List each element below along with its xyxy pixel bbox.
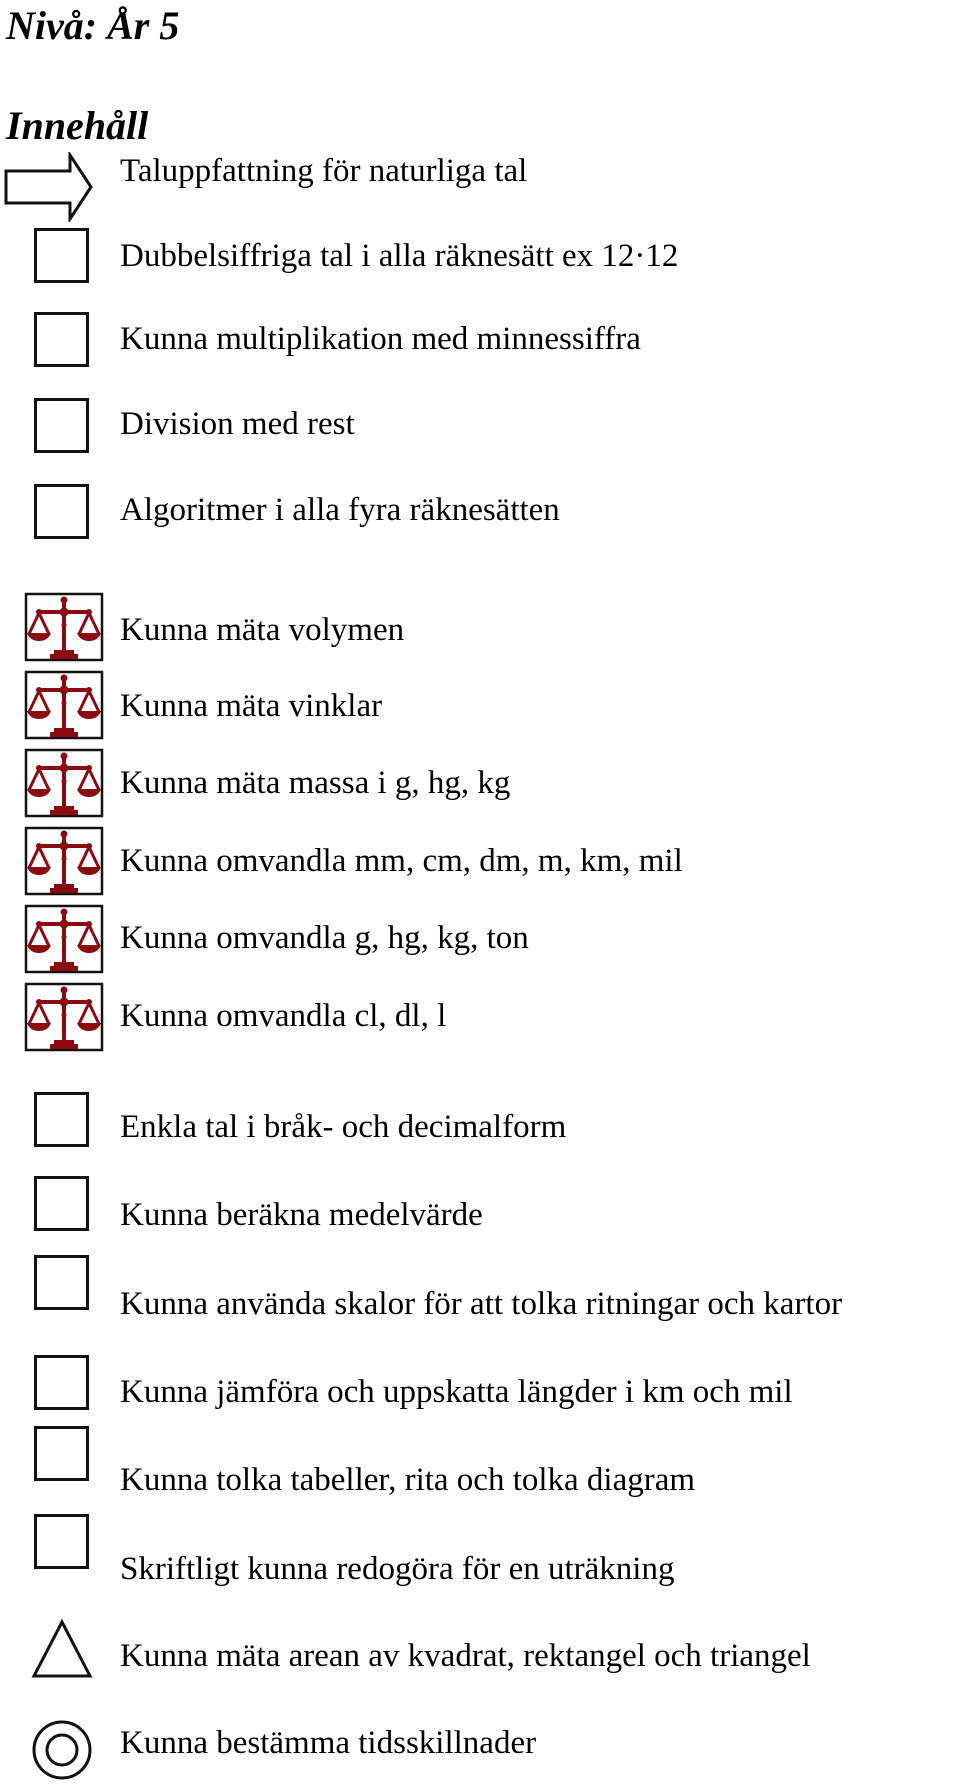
item-label: Kunna mäta volymen [120, 612, 405, 648]
item-label: Algoritmer i alla fyra räknesätten [120, 492, 560, 528]
item-label: Kunna omvandla cl, dl, l [120, 998, 447, 1034]
item-label: Kunna omvandla g, hg, kg, ton [120, 920, 529, 956]
arrow-right-icon [4, 152, 93, 222]
item-label: Kunna tolka tabeller, rita och tolka dia… [120, 1462, 696, 1498]
item-label: Kunna jämföra och uppskatta längder i km… [120, 1374, 793, 1410]
scales-icon [24, 904, 104, 974]
checkbox[interactable] [34, 1426, 89, 1481]
checkbox[interactable] [34, 1092, 89, 1147]
item-label: Kunna beräkna medelvärde [120, 1197, 483, 1233]
item-label: Dubbelsiffriga tal i alla räknesätt ex 1… [120, 238, 679, 274]
checkbox[interactable] [34, 312, 89, 367]
item-label: Division med rest [120, 406, 355, 442]
scales-icon [24, 592, 104, 662]
page-title: Nivå: År 5 [6, 3, 180, 48]
scales-icon [24, 670, 104, 740]
item-label: Kunna använda skalor för att tolka ritni… [120, 1286, 843, 1322]
checkbox[interactable] [34, 1255, 89, 1310]
checkbox[interactable] [34, 1355, 89, 1410]
item-label: Kunna omvandla mm, cm, dm, m, km, mil [120, 843, 683, 879]
item-label: Kunna bestämma tidsskillnader [120, 1725, 537, 1761]
item-label: Enkla tal i bråk- och decimalform [120, 1109, 567, 1145]
checkbox[interactable] [34, 1176, 89, 1231]
scales-icon [24, 982, 104, 1052]
item-label: Taluppfattning för naturliga tal [120, 153, 528, 189]
triangle-icon [31, 1618, 93, 1678]
item-label: Kunna mäta massa i g, hg, kg [120, 765, 511, 801]
target-icon [32, 1720, 92, 1780]
checkbox[interactable] [34, 1514, 89, 1569]
item-label: Kunna mäta arean av kvadrat, rektangel o… [120, 1638, 811, 1674]
section-heading: Innehåll [6, 103, 149, 148]
scales-icon [24, 826, 104, 896]
checkbox[interactable] [34, 228, 89, 283]
item-label: Skriftligt kunna redogöra för en uträkni… [120, 1551, 675, 1587]
item-label: Kunna mäta vinklar [120, 688, 383, 724]
scales-icon [24, 748, 104, 818]
item-label: Kunna multiplikation med minnessiffra [120, 321, 641, 357]
checkbox[interactable] [34, 398, 89, 453]
checkbox[interactable] [34, 484, 89, 539]
